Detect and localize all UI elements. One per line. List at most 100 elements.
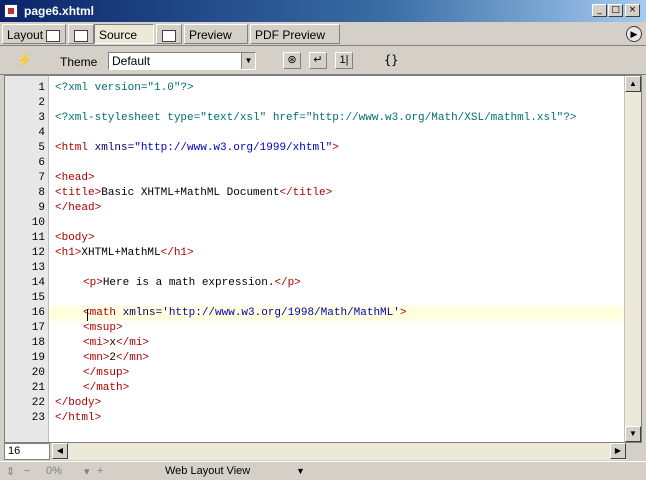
toolbar: ⚡ Theme Default ▼ ⊛ ↵ 1| {} (0, 47, 646, 75)
line-number: 1 (38, 82, 45, 94)
theme-select-value: Default (112, 54, 151, 68)
code-token: </html> (55, 412, 102, 424)
code-token: xmlns= (122, 307, 163, 319)
tab-source-split[interactable] (156, 24, 182, 44)
line-number: 13 (31, 262, 45, 274)
code-token: 'http://www.w3.org/1998/Math/MathML' (162, 307, 400, 319)
minimize-button[interactable]: _ (592, 4, 607, 17)
line-number: 17 (31, 322, 45, 334)
code-line[interactable]: </math> (83, 381, 129, 396)
editor-footer: 16 ◀ ▶ (4, 443, 642, 460)
line-number: 20 (31, 367, 45, 379)
line-number-field[interactable]: 16 (4, 443, 50, 460)
code-token: <mn> (83, 352, 110, 364)
code-token: xmlns= (94, 142, 135, 154)
zoom-level: 0% (46, 465, 62, 477)
tab-layout[interactable]: Layout (2, 24, 66, 44)
braces-icon[interactable]: {} (384, 53, 398, 67)
code-token: <html (55, 142, 95, 154)
code-token: <msup> (83, 322, 123, 334)
view-mode-select[interactable]: Web Layout View (165, 465, 250, 477)
code-line[interactable]: <html xmlns="http://www.w3.org/1999/xhtm… (55, 141, 339, 156)
code-line[interactable]: <?xml version="1.0"?> (55, 81, 194, 96)
zoom-stepper-icon[interactable]: ⇕ (6, 465, 15, 478)
code-token: <?xml version="1.0"?> (55, 82, 194, 94)
line-number: 6 (38, 157, 45, 169)
play-icon[interactable]: ▶ (626, 26, 642, 42)
code-token: </title> (279, 187, 333, 199)
zoom-slider-icon[interactable]: ▾ (84, 465, 90, 478)
line-number: 12 (31, 247, 45, 259)
line-number: 19 (31, 352, 45, 364)
code-line[interactable]: <p>Here is a math expression.</p> (83, 276, 301, 291)
zoom-in-icon[interactable]: + (97, 465, 103, 477)
code-token: Basic XHTML+MathML Document (101, 187, 280, 199)
code-token: > (399, 307, 407, 319)
line-numbers-icon[interactable]: 1| (335, 52, 353, 69)
code-line[interactable]: <h1>XHTML+MathML</h1> (55, 246, 194, 261)
chevron-down-icon[interactable]: ▼ (241, 53, 255, 69)
chevron-down-icon[interactable]: ▼ (296, 466, 305, 476)
code-line[interactable]: </body> (55, 396, 101, 411)
view-tabs: Layout SourceT Preview PDF Preview ▶ (0, 22, 646, 62)
line-number: 5 (38, 142, 45, 154)
code-line[interactable]: <head> (55, 171, 95, 186)
maximize-button[interactable]: □ (608, 4, 623, 17)
format-icon[interactable]: ⚡ (16, 52, 32, 68)
tab-preview-label: Preview (189, 28, 232, 42)
line-number: 14 (31, 277, 45, 289)
code-token: <head> (55, 172, 95, 184)
layout-icon (46, 29, 61, 42)
tab-pdf-preview[interactable]: PDF Preview (250, 24, 340, 62)
theme-select[interactable]: Default ▼ (108, 52, 256, 70)
close-button[interactable]: × (625, 4, 640, 17)
code-token: </head> (55, 202, 102, 214)
line-number: 22 (31, 397, 45, 409)
code-editor[interactable]: 1 <?xml version="1.0"?> 2 3 <?xml-stylesheet… (4, 75, 642, 443)
code-token: </math> (83, 382, 130, 394)
line-number: 18 (31, 337, 45, 349)
scroll-left-icon[interactable]: ◀ (52, 443, 68, 459)
wrap-icon[interactable]: ↵ (309, 52, 327, 69)
source-split-icon (162, 29, 176, 42)
code-line[interactable]: </msup> (83, 366, 129, 381)
code-token: </msup> (83, 367, 130, 379)
code-token: </h1> (160, 247, 194, 259)
line-number: 9 (38, 202, 45, 214)
code-line[interactable]: <mn>2</mn> (83, 351, 149, 366)
zoom-out-icon[interactable]: − (24, 465, 30, 477)
tab-source[interactable]: SourceT (94, 24, 154, 62)
code-line[interactable]: <math xmlns='http://www.w3.org/1998/Math… (83, 306, 406, 321)
line-number: 21 (31, 382, 45, 394)
code-token: > (332, 142, 339, 154)
code-token: <?xml-stylesheet type="text/xsl" href="h… (55, 112, 577, 124)
code-line[interactable]: </html> (55, 411, 101, 426)
code-token: "http://www.w3.org/1999/xhtml" (134, 142, 333, 154)
tab-preview[interactable]: Preview (184, 24, 248, 62)
document-icon (4, 4, 18, 18)
code-line[interactable]: <?xml-stylesheet type="text/xsl" href="h… (55, 111, 577, 126)
line-number: 8 (38, 187, 45, 199)
title-bar: page6.xhtml _ □ × (0, 0, 646, 22)
tab-split[interactable] (68, 24, 94, 44)
line-number: 7 (38, 172, 45, 184)
status-bar: ⇕ − 0% ▾ + Web Layout View ▼ (0, 461, 646, 480)
code-line[interactable]: <body> (55, 231, 95, 246)
code-token: <title> (55, 187, 102, 199)
line-number: 4 (38, 127, 45, 139)
scroll-up-icon[interactable]: ▲ (625, 76, 641, 92)
code-line[interactable]: <mi>x</mi> (83, 336, 149, 351)
horizontal-scrollbar[interactable]: ◀ ▶ (52, 443, 626, 460)
code-token: <mi> (83, 337, 110, 349)
comment-icon[interactable]: ⊛ (283, 52, 301, 69)
scroll-right-icon[interactable]: ▶ (610, 443, 626, 459)
code-line[interactable]: </head> (55, 201, 101, 216)
code-line[interactable]: <msup> (83, 321, 123, 336)
scroll-down-icon[interactable]: ▼ (625, 426, 641, 442)
vertical-scrollbar[interactable]: ▲ ▼ (624, 76, 641, 442)
code-token: </mi> (116, 337, 150, 349)
tab-layout-label: Layout (7, 28, 44, 42)
window-title: page6.xhtml (24, 4, 95, 18)
code-line[interactable]: <title>Basic XHTML+MathML Document</titl… (55, 186, 332, 201)
line-number: 2 (38, 97, 45, 109)
